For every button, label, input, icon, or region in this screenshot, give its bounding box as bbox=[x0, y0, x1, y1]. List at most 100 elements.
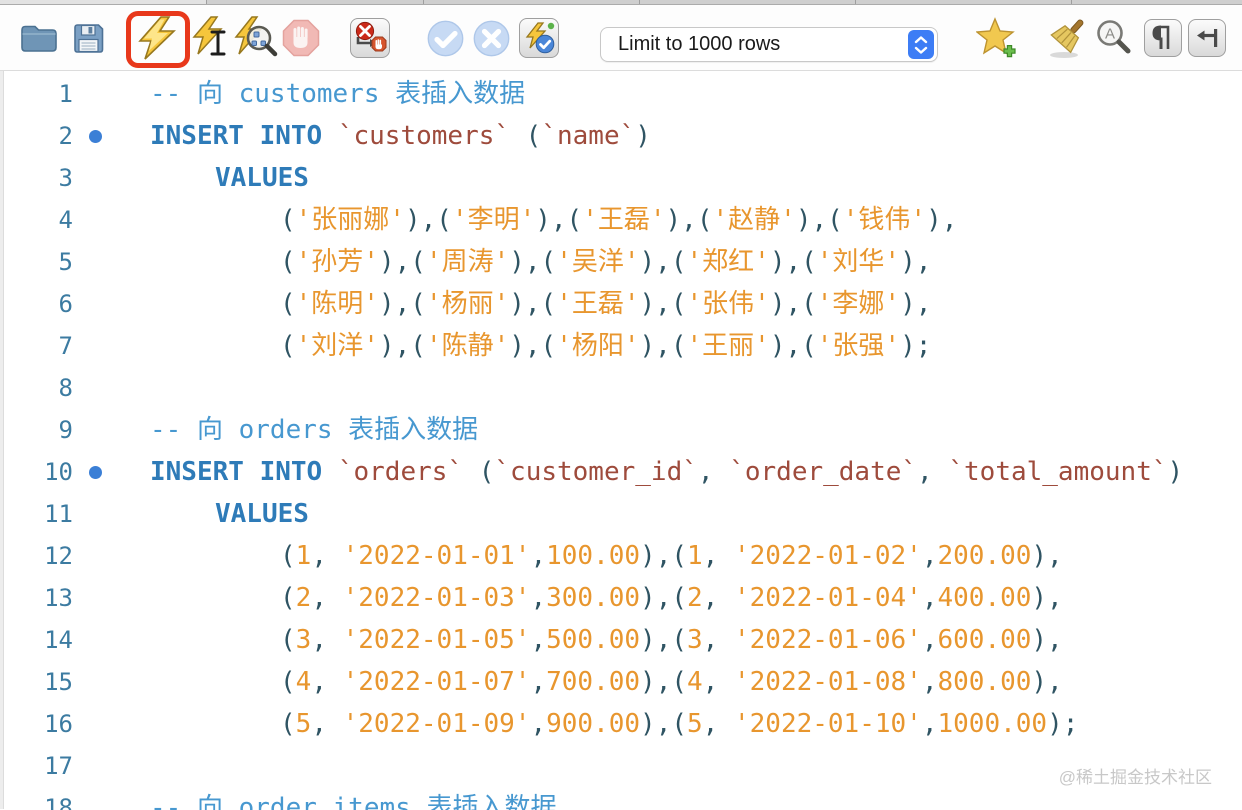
autocommit-icon bbox=[519, 18, 559, 58]
save-icon bbox=[74, 23, 104, 53]
header-segment bbox=[856, 0, 1072, 4]
code-line[interactable]: 2 INSERT INTO `customers` (`name`) bbox=[4, 115, 1242, 157]
query-editor[interactable]: 1 -- 向 customers 表插入数据 2 INSERT INTO `custo… bbox=[0, 71, 1242, 810]
code-text: (1, '2022-01-01',100.00),(1, '2022-01-02… bbox=[280, 541, 1063, 571]
code-line[interactable]: 3 VALUES bbox=[4, 157, 1242, 199]
line-number: 15 bbox=[44, 668, 73, 696]
explain-query-button[interactable] bbox=[234, 5, 278, 71]
line-number: 9 bbox=[58, 416, 73, 444]
code-text: ('刘洋'),('陈静'),('杨阳'),('王丽'),('张强'); bbox=[280, 331, 932, 361]
code-text: (2, '2022-01-03',300.00),(2, '2022-01-04… bbox=[280, 583, 1063, 613]
query-marker-column bbox=[73, 409, 117, 451]
format-query-button[interactable] bbox=[1044, 5, 1090, 71]
query-marker-column bbox=[73, 535, 117, 577]
code-line[interactable]: 13 (2, '2022-01-03',300.00),(2, '2022-01-… bbox=[4, 577, 1242, 619]
code-line[interactable]: 12 (1, '2022-01-01',100.00),(1, '2022-01-… bbox=[4, 535, 1242, 577]
explain-query-icon bbox=[234, 16, 278, 57]
run-all-queries-icon bbox=[138, 16, 176, 60]
code-line[interactable]: 10 INSERT INTO `orders` (`customer_id`, `… bbox=[4, 451, 1242, 493]
code-area[interactable]: 1 -- 向 customers 表插入数据 2 INSERT INTO `custo… bbox=[4, 71, 1242, 810]
row-limit-value: Limit to 1000 rows bbox=[618, 33, 781, 55]
query-marker-column bbox=[73, 283, 117, 325]
line-number: 4 bbox=[58, 206, 73, 234]
code-line[interactable]: 15 (4, '2022-01-07',700.00),(4, '2022-01-… bbox=[4, 661, 1242, 703]
code-text: VALUES bbox=[215, 499, 309, 529]
accept-button[interactable] bbox=[427, 5, 464, 71]
query-marker-column bbox=[73, 115, 117, 157]
line-number: 14 bbox=[44, 626, 73, 654]
query-marker-column bbox=[73, 157, 117, 199]
run-all-queries-button[interactable] bbox=[136, 5, 178, 71]
line-number: 12 bbox=[44, 542, 73, 570]
select-stepper-icon bbox=[908, 30, 934, 59]
stop-query-button[interactable] bbox=[282, 5, 320, 71]
line-number: 17 bbox=[44, 752, 73, 780]
code-text: -- 向 order_items 表插入数据 bbox=[150, 793, 557, 810]
code-line[interactable]: 9 -- 向 orders 表插入数据 bbox=[4, 409, 1242, 451]
query-marker-column bbox=[73, 661, 117, 703]
accept-check-icon bbox=[427, 20, 464, 56]
code-line[interactable]: 14 (3, '2022-01-05',500.00),(3, '2022-01-… bbox=[4, 619, 1242, 661]
find-in-query-button[interactable]: A bbox=[1094, 5, 1136, 71]
code-text: ('张丽娜'),('李明'),('王磊'),('赵静'),('钱伟'), bbox=[280, 205, 958, 235]
auto-indent-button[interactable] bbox=[1188, 5, 1226, 71]
header-segment bbox=[424, 0, 640, 4]
invisible-characters-button[interactable] bbox=[1144, 5, 1182, 71]
open-file-button[interactable] bbox=[20, 5, 58, 71]
run-current-query-button[interactable] bbox=[192, 5, 232, 71]
query-marker-column bbox=[73, 367, 117, 409]
code-line[interactable]: 16 (5, '2022-01-09',900.00),(5, '2022-01-… bbox=[4, 703, 1242, 745]
query-marker-column bbox=[73, 73, 117, 115]
stop-on-error-icon bbox=[350, 18, 390, 58]
query-marker-column bbox=[73, 619, 117, 661]
query-marker-column bbox=[73, 451, 117, 493]
code-line[interactable]: 6 ('陈明'),('杨丽'),('王磊'),('张伟'),('李娜'), bbox=[4, 283, 1242, 325]
code-text: (5, '2022-01-09',900.00),(5, '2022-01-10… bbox=[280, 709, 1079, 739]
line-number: 8 bbox=[58, 374, 73, 402]
code-text: -- 向 customers 表插入数据 bbox=[150, 79, 526, 109]
query-marker-column bbox=[73, 325, 117, 367]
header-segment bbox=[0, 0, 207, 4]
code-line[interactable]: 18 -- 向 order_items 表插入数据 bbox=[4, 787, 1242, 810]
query-marker-column bbox=[73, 493, 117, 535]
save-button[interactable] bbox=[72, 5, 105, 71]
run-current-query-icon bbox=[192, 16, 226, 56]
query-marker-column bbox=[73, 241, 117, 283]
query-marker-column bbox=[73, 703, 117, 745]
line-number: 3 bbox=[58, 164, 73, 192]
cancel-button[interactable] bbox=[473, 5, 510, 71]
header-segment bbox=[207, 0, 424, 4]
header-segment bbox=[640, 0, 856, 4]
query-marker-column bbox=[73, 577, 117, 619]
line-number: 11 bbox=[44, 500, 73, 528]
code-line[interactable]: 5 ('孙芳'),('周涛'),('吴洋'),('郑红'),('刘华'), bbox=[4, 241, 1242, 283]
code-line[interactable]: 4 ('张丽娜'),('李明'),('王磊'),('赵静'),('钱伟'), bbox=[4, 199, 1242, 241]
code-text: (3, '2022-01-05',500.00),(3, '2022-01-06… bbox=[280, 625, 1063, 655]
code-line[interactable]: 11 VALUES bbox=[4, 493, 1242, 535]
autocommit-button[interactable] bbox=[519, 5, 559, 71]
query-toolbar: Limit to 1000 rows A bbox=[0, 5, 1242, 71]
query-marker-column bbox=[73, 199, 117, 241]
line-number: 2 bbox=[58, 122, 73, 150]
watermark: @稀土掘金技术社区 bbox=[1058, 768, 1212, 787]
svg-text:A: A bbox=[1105, 26, 1115, 43]
code-line[interactable]: 17 bbox=[4, 745, 1242, 787]
line-number: 6 bbox=[58, 290, 73, 318]
code-line[interactable]: 8 bbox=[4, 367, 1242, 409]
row-limit-select[interactable]: Limit to 1000 rows bbox=[600, 27, 938, 62]
code-text: INSERT INTO `orders` (`customer_id`, `or… bbox=[150, 457, 1184, 487]
code-text: (4, '2022-01-07',700.00),(4, '2022-01-08… bbox=[280, 667, 1063, 697]
code-line[interactable]: 1 -- 向 customers 表插入数据 bbox=[4, 73, 1242, 115]
stop-on-error-button[interactable] bbox=[350, 5, 390, 71]
carriage-return-icon bbox=[1188, 19, 1226, 57]
query-start-dot-icon bbox=[88, 129, 102, 143]
code-line[interactable]: 7 ('刘洋'),('陈静'),('杨阳'),('王丽'),('张强'); bbox=[4, 325, 1242, 367]
find-magnifier-icon: A bbox=[1097, 20, 1131, 54]
add-favorite-star-icon bbox=[976, 17, 1016, 58]
line-number: 1 bbox=[58, 80, 73, 108]
add-favorite-button[interactable] bbox=[976, 5, 1018, 71]
code-text: -- 向 orders 表插入数据 bbox=[150, 415, 479, 445]
line-number: 16 bbox=[44, 710, 73, 738]
line-number: 7 bbox=[58, 332, 73, 360]
pilcrow-icon bbox=[1144, 19, 1182, 57]
